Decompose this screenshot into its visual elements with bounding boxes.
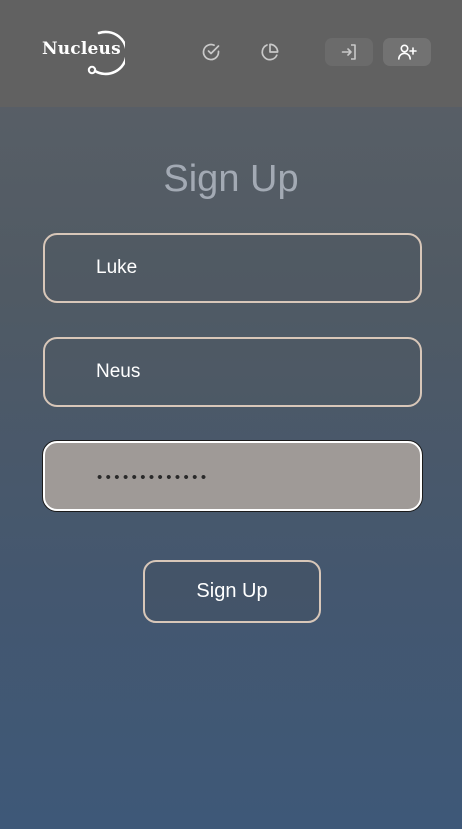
password-value: •••••••••••••: [97, 468, 210, 486]
page-title: Sign Up: [163, 158, 299, 200]
logo-text: Nucleus: [42, 39, 121, 59]
login-icon: [341, 44, 356, 60]
first-name-value: Luke: [96, 257, 138, 278]
top-nav-bar: Nucleus: [0, 0, 462, 107]
last-name-value: Neus: [96, 361, 141, 382]
last-name-field[interactable]: Neus: [43, 337, 422, 407]
password-field[interactable]: •••••••••••••: [43, 441, 422, 511]
check-circle-icon[interactable]: [200, 41, 222, 63]
user-plus-icon: [398, 44, 417, 60]
nucleus-logo[interactable]: Nucleus: [41, 30, 125, 76]
sign-up-nav-button[interactable]: [383, 38, 431, 66]
sign-up-button[interactable]: Sign Up: [143, 560, 321, 623]
first-name-field[interactable]: Luke: [43, 233, 422, 303]
login-button[interactable]: [325, 38, 373, 66]
pie-chart-icon[interactable]: [259, 41, 281, 63]
